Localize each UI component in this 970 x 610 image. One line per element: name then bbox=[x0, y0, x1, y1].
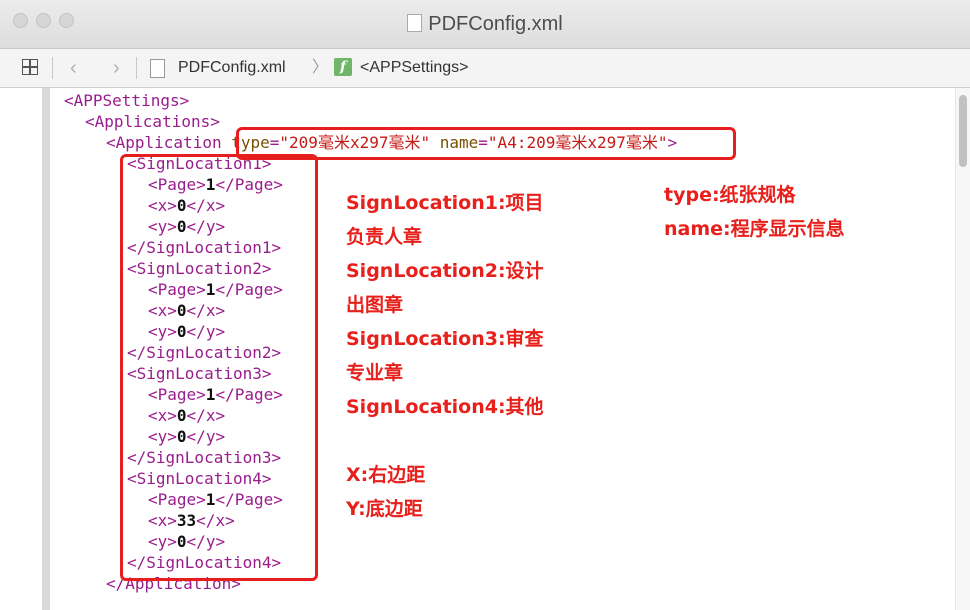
forward-chevron-icon[interactable]: › bbox=[113, 49, 120, 87]
code-line[interactable]: <APPSettings> bbox=[64, 90, 189, 111]
pathbar-divider bbox=[52, 57, 53, 79]
annotation-line bbox=[346, 424, 544, 458]
file-icon bbox=[150, 59, 165, 78]
scrollbar-thumb[interactable] bbox=[959, 95, 967, 167]
annotation-line: SignLocation2:设计 bbox=[346, 260, 544, 282]
annotation-line: X:右边距 bbox=[346, 464, 426, 486]
pathbar-divider bbox=[136, 57, 137, 79]
document-icon bbox=[407, 14, 423, 32]
jump-bar: ‹ › PDFConfig.xml 〉 f <APPSettings> bbox=[0, 49, 970, 88]
signlocations-highlight-box bbox=[120, 154, 318, 581]
annotation-line: 出图章 bbox=[346, 294, 404, 316]
window-title: PDFConfig.xml bbox=[428, 13, 563, 35]
code-line[interactable]: <Applications> bbox=[85, 111, 220, 132]
gutter-fold-bar bbox=[42, 88, 50, 610]
annotation-line: SignLocation4:其他 bbox=[346, 396, 544, 418]
xml-element-icon: f bbox=[334, 58, 352, 76]
annotation-line: SignLocation1:项目 bbox=[346, 192, 544, 214]
left-annotation: SignLocation1:项目 负责人章 SignLocation2:设计 出图章 S… bbox=[346, 186, 544, 526]
right-annotation: type:纸张规格 name:程序显示信息 bbox=[664, 178, 845, 246]
related-items-grid-icon[interactable] bbox=[22, 59, 38, 75]
back-chevron-icon[interactable]: ‹ bbox=[70, 49, 77, 87]
window-title-area: PDFConfig.xml bbox=[0, 13, 970, 36]
breadcrumb-separator: 〉 bbox=[312, 59, 329, 76]
window-titlebar: PDFConfig.xml bbox=[0, 0, 970, 49]
annotation-line: type:纸张规格 bbox=[664, 184, 796, 206]
annotation-line: SignLocation3:审查 bbox=[346, 328, 544, 350]
annotation-line: name:程序显示信息 bbox=[664, 218, 845, 240]
annotation-line: 负责人章 bbox=[346, 226, 423, 248]
breadcrumb-element[interactable]: <APPSettings> bbox=[360, 49, 469, 87]
annotation-line: 专业章 bbox=[346, 362, 404, 384]
annotation-line: Y:底边距 bbox=[346, 498, 423, 520]
breadcrumb-file[interactable]: PDFConfig.xml bbox=[178, 49, 286, 87]
